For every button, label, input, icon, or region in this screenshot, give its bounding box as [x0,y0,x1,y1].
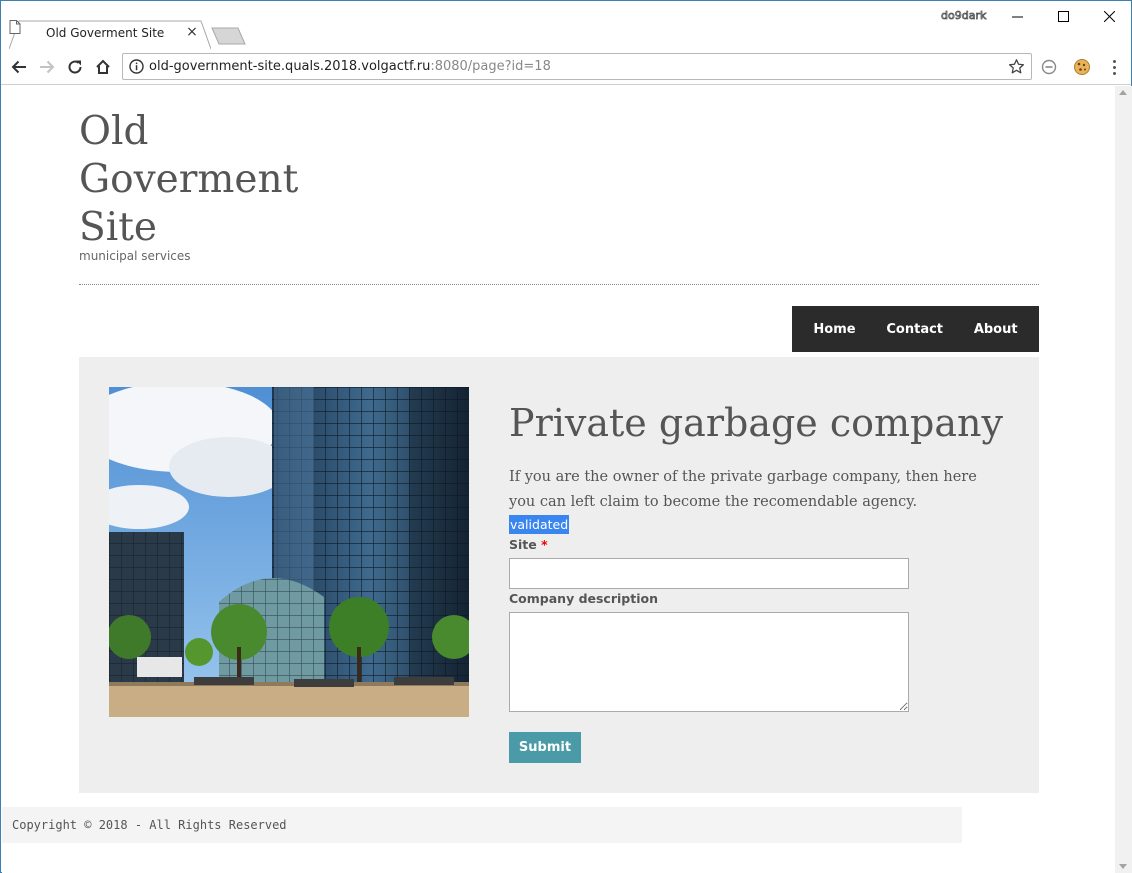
description-textarea[interactable] [509,612,909,712]
forward-icon [40,60,55,74]
minimize-icon [1011,16,1023,17]
main-nav: Home Contact About [792,306,1039,352]
url-text[interactable]: old-government-site.quals.2018.volgactf.… [149,59,551,74]
reload-button[interactable] [63,55,87,79]
page-viewport: Old Goverment Site municipal services Ho… [2,86,1115,873]
close-icon [1103,10,1115,22]
menu-icon[interactable] [1105,57,1123,77]
footer: Copyright © 2018 - All Rights Reserved [2,807,962,843]
block-icon[interactable] [1041,59,1057,75]
copyright-text: Copyright © 2018 - All Rights Reserved [12,818,287,832]
nav-about[interactable]: About [974,322,1018,337]
site-input[interactable] [509,558,909,589]
maximize-icon [1057,10,1069,22]
scroll-up-icon[interactable] [1119,90,1127,95]
content-panel: Private garbage company If you are the o… [79,357,1039,793]
address-bar[interactable]: old-government-site.quals.2018.volgactf.… [122,53,1032,80]
forward-button[interactable] [35,55,59,79]
vertical-scrollbar[interactable] [1115,86,1132,873]
submit-button[interactable]: Submit [509,732,581,763]
cookie-icon[interactable] [1073,58,1091,76]
browser-window: Old Goverment Site × do9dark old-governm… [0,0,1132,873]
minimize-button[interactable] [994,1,1040,31]
star-icon[interactable] [1008,58,1025,75]
site-label-text: Site [509,537,537,552]
info-icon[interactable] [129,59,144,74]
title-bar: Old Goverment Site × do9dark [1,1,1131,49]
required-mark: * [541,537,548,552]
url-host: old-government-site.quals.2018.volgactf.… [149,59,431,74]
home-button[interactable] [91,55,115,79]
nav-contact[interactable]: Contact [886,322,943,337]
browser-tab[interactable]: Old Goverment Site × [9,20,211,49]
back-button[interactable] [7,55,31,79]
reload-icon [68,60,82,74]
site-title[interactable]: Old Goverment Site [79,108,339,252]
header-divider [79,284,1039,285]
back-icon [11,60,26,74]
page-favicon-icon [9,20,21,34]
city-photo [109,387,469,717]
site-tagline: municipal services [79,249,191,263]
page-heading: Private garbage company [509,401,1003,445]
nav-home[interactable]: Home [813,322,855,337]
url-path: :8080/page?id=18 [430,59,551,74]
profile-name[interactable]: do9dark [941,9,987,23]
tab-title: Old Goverment Site [46,26,165,40]
browser-toolbar: old-government-site.quals.2018.volgactf.… [1,49,1131,85]
maximize-button[interactable] [1040,1,1086,31]
tab-close-icon[interactable]: × [184,24,200,40]
site-label: Site * [509,537,548,552]
close-window-button[interactable] [1086,1,1132,31]
new-tab-button[interactable] [211,27,247,45]
validated-text: validated [509,515,570,534]
intro-text: If you are the owner of the private garb… [509,469,977,510]
home-icon [96,59,110,74]
description-label: Company description [509,591,658,606]
scroll-down-icon[interactable] [1119,864,1127,869]
